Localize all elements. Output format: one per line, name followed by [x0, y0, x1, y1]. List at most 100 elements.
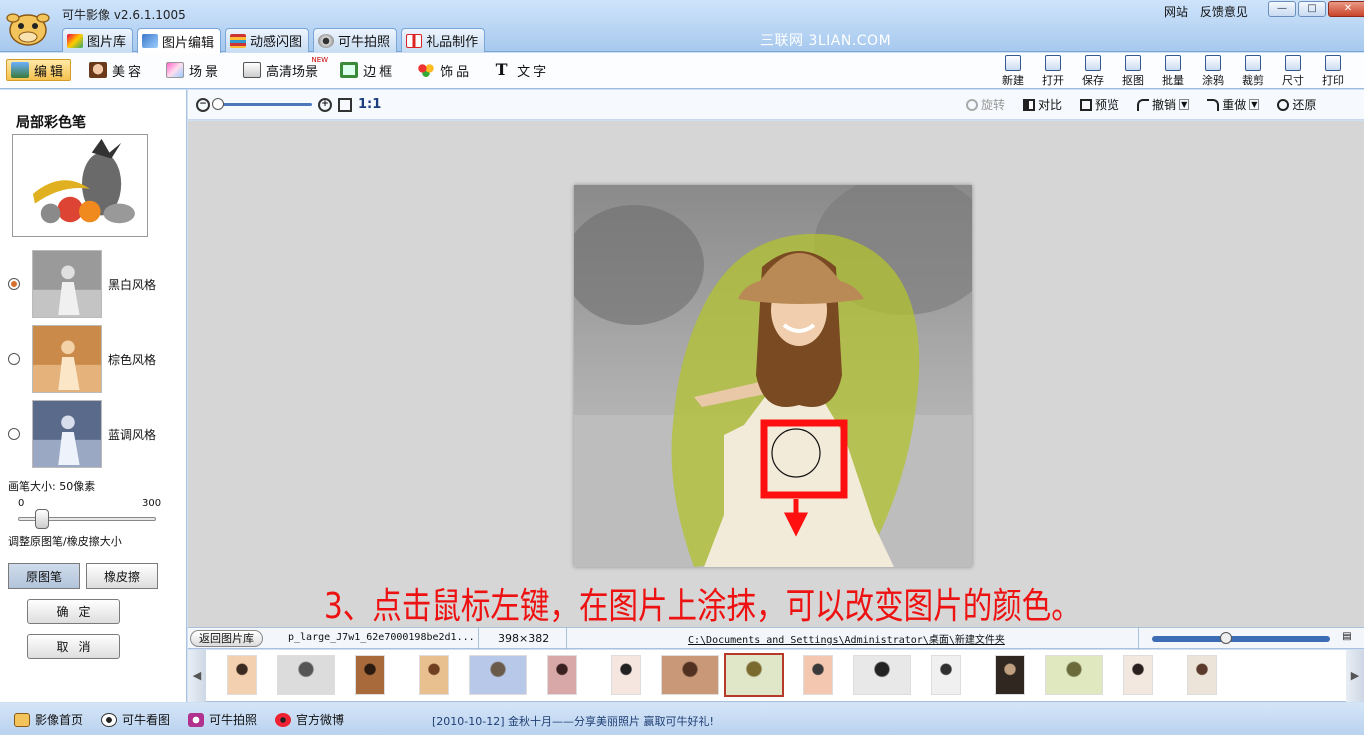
expand-icon[interactable]: ▤ — [1340, 631, 1354, 645]
chevron-down-icon[interactable]: ▼ — [1179, 99, 1190, 110]
print-button[interactable]: 打印 — [1318, 55, 1348, 88]
thumbnail-item[interactable] — [724, 653, 784, 697]
style-option-sepia[interactable]: 棕色风格 — [8, 325, 178, 395]
file-info-bar: 返回图片库 p_large_J7w1_62e7000198be2d1... 39… — [188, 627, 1364, 650]
original-brush-button[interactable]: 原图笔 — [8, 563, 80, 589]
scroll-left-button[interactable]: ◀ — [188, 650, 206, 702]
status-links: 影像首页 可牛看图 可牛拍照 官方微博 — [14, 711, 344, 728]
minimize-button[interactable]: — — [1268, 1, 1296, 17]
style-option-bw[interactable]: 黑白风格 — [8, 250, 178, 320]
tab-gift[interactable]: 礼品制作 — [401, 28, 486, 52]
subtab-accessory[interactable]: 饰品 — [413, 59, 476, 81]
thumbnail-item[interactable] — [1187, 655, 1217, 695]
cutout-button[interactable]: 抠图 — [1118, 55, 1148, 88]
doodle-button[interactable]: 涂鸦 — [1198, 55, 1228, 88]
maximize-button[interactable]: □ — [1298, 1, 1326, 17]
save-button[interactable]: 保存 — [1078, 55, 1108, 88]
zoom-slider[interactable] — [212, 98, 312, 110]
compare-button[interactable]: 对比 — [1023, 96, 1062, 113]
style-option-blue[interactable]: 蓝调风格 — [8, 400, 178, 470]
website-link[interactable]: 网站 — [1164, 5, 1188, 19]
preview-button[interactable]: 预览 — [1080, 96, 1119, 113]
style-radio-bw[interactable] — [8, 278, 20, 290]
resize-button[interactable]: 尺寸 — [1278, 55, 1308, 88]
feedback-link[interactable]: 反馈意见 — [1200, 5, 1248, 19]
edit-icon — [142, 34, 159, 48]
thumbnail-item[interactable] — [995, 655, 1025, 695]
compare-icon — [1023, 98, 1036, 111]
thumbnail-item[interactable] — [611, 655, 641, 695]
new-button[interactable]: 新建 — [998, 55, 1028, 88]
thumbnail-item[interactable] — [661, 655, 719, 695]
subtab-beauty[interactable]: 美容 — [85, 59, 148, 81]
batch-button[interactable]: 批量 — [1158, 55, 1188, 88]
undo-button[interactable]: 撤销 ▼ — [1137, 96, 1190, 113]
cancel-button[interactable]: 取消 — [27, 634, 120, 659]
thumbnail-item[interactable] — [355, 655, 385, 695]
thumbnail-item[interactable] — [853, 655, 911, 695]
thumbnail-item[interactable] — [419, 655, 449, 695]
thumbnail-item[interactable] — [1123, 655, 1153, 695]
back-to-gallery-button[interactable]: 返回图片库 — [190, 630, 263, 647]
close-button[interactable]: ✕ — [1328, 1, 1364, 17]
crop-button[interactable]: 裁剪 — [1238, 55, 1268, 88]
camera-icon — [318, 33, 335, 48]
weibo-link[interactable]: 官方微博 — [275, 711, 344, 728]
thumbnail-item[interactable] — [469, 655, 527, 695]
style-radio-blue[interactable] — [8, 428, 20, 440]
weibo-icon — [275, 712, 292, 727]
subtab-frame[interactable]: 边框 — [336, 59, 399, 81]
home-link[interactable]: 影像首页 — [14, 711, 83, 728]
new-badge: NEW — [311, 56, 329, 64]
actual-size-button[interactable]: 1:1 — [358, 97, 381, 112]
zoom-in-icon[interactable]: + — [318, 97, 332, 112]
style-radio-sepia[interactable] — [8, 353, 20, 365]
tab-animation[interactable]: 动感闪图 — [225, 28, 310, 52]
zoom-out-icon[interactable]: − — [196, 97, 210, 112]
news-ticker[interactable]: [2010-10-12] 金秋十月——分享美丽照片 赢取可牛好礼! — [432, 713, 714, 729]
panel-title: 局部彩色笔 — [16, 115, 86, 131]
edited-photo[interactable] — [574, 185, 972, 567]
thumbnail-size-slider[interactable] — [1152, 636, 1330, 642]
thumbnail-size-handle[interactable] — [1220, 632, 1232, 644]
camera-icon — [188, 712, 205, 727]
face-icon — [89, 62, 108, 78]
subtab-edit[interactable]: 编辑 — [6, 59, 72, 81]
redo-button[interactable]: 重做 ▼ — [1207, 96, 1260, 113]
tab-edit[interactable]: 图片编辑 — [137, 28, 222, 53]
clover-icon — [417, 62, 436, 78]
brush-size-label: 画笔大小: 50像素 — [8, 480, 96, 493]
subtab-scene[interactable]: 场景 — [162, 59, 225, 81]
instruction-text: 3、点击鼠标左键，在图片上涂抹，可以改变图片的颜色。 — [324, 586, 1081, 627]
thumbnail-item[interactable] — [1045, 655, 1103, 695]
folder-path-link[interactable]: C:\Documents and Settings\Administrator\… — [688, 631, 1005, 646]
scroll-right-button[interactable]: ▶ — [1346, 650, 1364, 702]
subtab-hd-scene[interactable]: 高清场景 NEW — [239, 56, 328, 81]
tab-camera[interactable]: 可牛拍照 — [313, 28, 398, 52]
top-links: 网站 反馈意见 — [1164, 3, 1256, 20]
thumbnail-item[interactable] — [547, 655, 577, 695]
eraser-button[interactable]: 橡皮擦 — [86, 563, 158, 589]
brush-size-handle[interactable] — [35, 509, 49, 529]
style-label: 棕色风格 — [108, 353, 157, 367]
open-button[interactable]: 打开 — [1038, 55, 1068, 88]
editing-canvas[interactable]: 3、点击鼠标左键，在图片上涂抹，可以改变图片的颜色。 — [188, 121, 1364, 627]
restore-button[interactable]: 还原 — [1277, 96, 1316, 113]
gift-icon — [406, 33, 423, 48]
image-edit-icon — [11, 62, 29, 78]
rotate-button[interactable]: 旋转 — [966, 96, 1005, 113]
fit-screen-icon[interactable] — [338, 97, 352, 112]
confirm-button[interactable]: 确定 — [27, 599, 120, 624]
thumbnail-item[interactable] — [803, 655, 833, 695]
thumbnail-item[interactable] — [227, 655, 257, 695]
subtab-text[interactable]: T 文字 — [490, 59, 553, 81]
chevron-down-icon[interactable]: ▼ — [1249, 99, 1260, 110]
camera-link[interactable]: 可牛拍照 — [188, 711, 257, 728]
zoom-handle[interactable] — [212, 98, 224, 110]
thumbnail-item[interactable] — [931, 655, 961, 695]
thumbnail-item[interactable] — [277, 655, 335, 695]
viewer-link[interactable]: 可牛看图 — [101, 711, 170, 728]
image-dimensions: 398×382 — [498, 632, 550, 645]
scene-icon — [166, 62, 185, 78]
tab-gallery[interactable]: 图片库 — [62, 28, 134, 52]
